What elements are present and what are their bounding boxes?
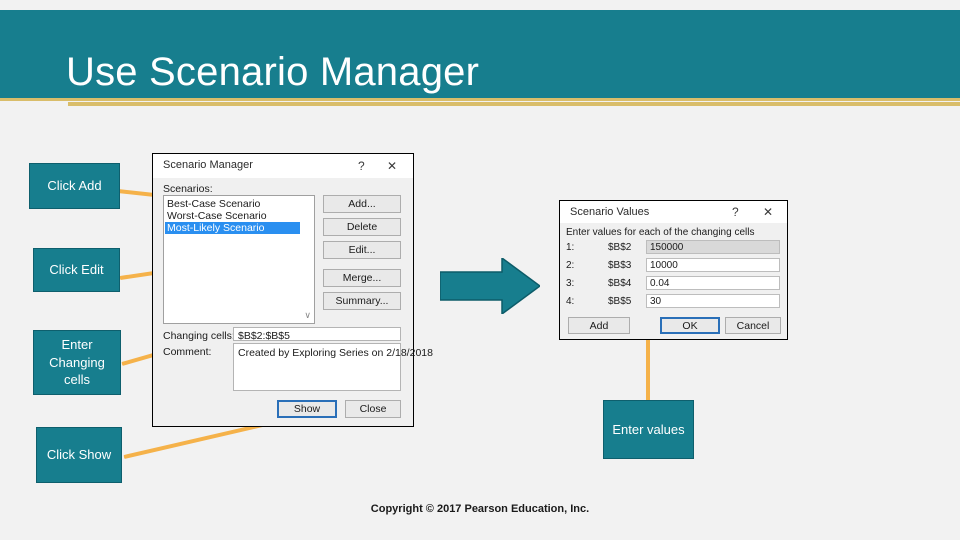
- comment-value: Created by Exploring Series on 2/18/2018: [238, 347, 433, 359]
- cell-reference: $B$2: [608, 242, 632, 253]
- scenario-manager-title: Scenario Manager: [163, 159, 253, 171]
- page-title: Use Scenario Manager: [66, 50, 480, 94]
- scroll-down-chevron-icon[interactable]: ∨: [304, 310, 311, 321]
- callout-click-edit-label: Click Edit: [49, 262, 104, 278]
- scenarios-listbox[interactable]: Best-Case Scenario Worst-Case Scenario M…: [163, 195, 315, 324]
- add-button[interactable]: Add: [568, 317, 630, 334]
- row-number: 2:: [566, 260, 575, 271]
- scenario-manager-titlebar: Scenario Manager ? ✕: [153, 154, 413, 178]
- callout-enter-values-label: Enter values: [612, 421, 685, 437]
- edit-button-label: Edit...: [348, 244, 376, 256]
- instruction-label: Enter values for each of the changing ce…: [566, 227, 755, 238]
- summary-button[interactable]: Summary...: [323, 292, 401, 310]
- copyright-notice: Copyright © 2017 Pearson Education, Inc.: [370, 503, 590, 515]
- changing-cells-field[interactable]: $B$2:$B$5: [233, 327, 401, 342]
- flow-arrow-icon: [440, 258, 540, 314]
- row-number: 3:: [566, 278, 575, 289]
- callout-enter-changing-cells-label: Enter Changing cells: [49, 337, 105, 388]
- scenario-manager-body: Scenarios: Best-Case Scenario Worst-Case…: [153, 178, 433, 426]
- close-icon[interactable]: ✕: [763, 205, 773, 219]
- cell-reference: $B$3: [608, 260, 632, 271]
- value-input[interactable]: 10000: [646, 258, 780, 272]
- comment-label: Comment:: [163, 346, 212, 358]
- edit-button[interactable]: Edit...: [323, 241, 401, 259]
- scenario-values-titlebar: Scenario Values ? ✕: [560, 201, 787, 223]
- add-button-label: Add: [589, 319, 609, 332]
- close-button[interactable]: Close: [345, 400, 401, 418]
- scenario-manager-dialog: Scenario Manager ? ✕ Scenarios: Best-Cas…: [152, 153, 433, 427]
- value-input-text: 0.04: [650, 278, 670, 289]
- list-item[interactable]: Worst-Case Scenario: [167, 210, 267, 222]
- close-button-label: Close: [359, 403, 387, 415]
- changing-cells-label: Changing cells:: [163, 330, 235, 342]
- row-number: 4:: [566, 296, 575, 307]
- callout-click-add: Click Add: [29, 163, 120, 209]
- slide-canvas: Use Scenario Manager Scenario Manager ? …: [0, 0, 960, 540]
- add-button[interactable]: Add...: [323, 195, 401, 213]
- value-input-text: 10000: [650, 260, 678, 271]
- show-button-label: Show: [293, 403, 321, 415]
- show-button[interactable]: Show: [277, 400, 337, 418]
- scenario-values-body: Enter values for each of the changing ce…: [560, 223, 787, 339]
- delete-button[interactable]: Delete: [323, 218, 401, 236]
- help-icon[interactable]: ?: [732, 205, 739, 219]
- list-item[interactable]: Best-Case Scenario: [167, 198, 260, 210]
- cancel-button[interactable]: Cancel: [725, 317, 781, 334]
- callout-click-show-label: Click Show: [46, 447, 112, 463]
- cell-reference: $B$5: [608, 296, 632, 307]
- callout-click-add-label: Click Add: [47, 178, 102, 194]
- callout-enter-changing-cells: Enter Changing cells: [33, 330, 121, 395]
- value-input[interactable]: 150000: [646, 240, 780, 254]
- merge-button[interactable]: Merge...: [323, 269, 401, 287]
- ok-button-label: OK: [682, 319, 698, 332]
- ok-button[interactable]: OK: [660, 317, 720, 334]
- scenario-values-title: Scenario Values: [570, 206, 650, 218]
- add-button-label: Add...: [348, 198, 376, 210]
- gold-divider-top: [0, 98, 960, 101]
- list-item[interactable]: Most-Likely Scenario: [165, 222, 300, 234]
- cancel-button-label: Cancel: [736, 319, 770, 332]
- gold-divider-bottom: [68, 102, 960, 106]
- summary-button-label: Summary...: [335, 295, 389, 307]
- value-input[interactable]: 30: [646, 294, 780, 308]
- scenarios-label: Scenarios:: [163, 183, 213, 195]
- cell-reference: $B$4: [608, 278, 632, 289]
- value-input-text: 150000: [650, 242, 684, 253]
- callout-click-show: Click Show: [36, 427, 122, 483]
- help-icon[interactable]: ?: [358, 159, 365, 173]
- value-input-text: 30: [650, 296, 662, 307]
- row-number: 1:: [566, 242, 575, 253]
- close-icon[interactable]: ✕: [387, 159, 397, 173]
- merge-button-label: Merge...: [342, 272, 382, 284]
- changing-cells-value: $B$2:$B$5: [238, 330, 290, 342]
- comment-field[interactable]: Created by Exploring Series on 2/18/2018: [233, 343, 433, 391]
- callout-click-edit: Click Edit: [33, 248, 120, 292]
- value-input[interactable]: 0.04: [646, 276, 780, 290]
- scenario-values-dialog: Scenario Values ? ✕ Enter values for eac…: [559, 200, 788, 340]
- delete-button-label: Delete: [346, 221, 378, 233]
- callout-enter-values: Enter values: [603, 400, 694, 459]
